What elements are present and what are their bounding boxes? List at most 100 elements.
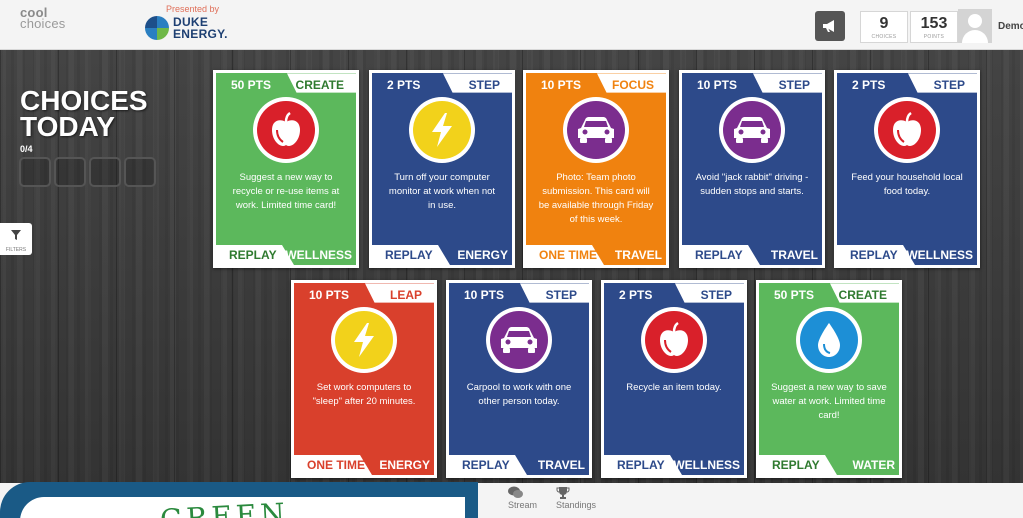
top-bar: cool choices Presented by DUKE ENERGY. 9…	[0, 0, 1023, 50]
choice-slot[interactable]	[89, 157, 121, 187]
title-line2: TODAY	[20, 111, 115, 142]
apple-icon	[660, 322, 688, 356]
choice-slot[interactable]	[124, 157, 156, 187]
username[interactable]: Demo	[998, 21, 1023, 32]
card-icon	[253, 97, 319, 163]
presented-by-label: Presented by	[166, 4, 220, 14]
lightning-icon	[432, 113, 452, 147]
chat-bubbles-icon	[508, 486, 523, 498]
choices-today-title: CHOICES TODAY	[20, 87, 148, 142]
card-mode: REPLAY	[462, 458, 510, 472]
card-type: STEP	[933, 78, 965, 92]
card-points: 10 PTS	[309, 288, 350, 302]
choices-progress: 0/4	[20, 144, 33, 154]
card-description: Carpool to work with one other person to…	[466, 382, 572, 407]
card-icon	[719, 97, 785, 163]
card-description: Turn off your computer monitor at work w…	[388, 172, 496, 211]
card-points: 10 PTS	[697, 78, 738, 92]
announcements-button[interactable]	[815, 11, 845, 41]
card-mode: REPLAY	[695, 248, 743, 262]
card-type: CREATE	[838, 288, 887, 302]
card-mode: REPLAY	[850, 248, 898, 262]
logo-line2: choices	[20, 16, 66, 31]
card-icon	[331, 307, 397, 373]
choice-card[interactable]: 2 PTS STEP Turn off your computer monito…	[369, 70, 515, 268]
card-points: 10 PTS	[464, 288, 505, 302]
card-description: Photo: Team photo submission. This card …	[538, 172, 654, 225]
card-mode: REPLAY	[229, 248, 277, 262]
choice-slot[interactable]	[54, 157, 86, 187]
card-type: FOCUS	[612, 78, 654, 92]
filters-label: FILTERS	[5, 247, 27, 253]
card-icon	[409, 97, 475, 163]
card-mode: REPLAY	[617, 458, 665, 472]
sponsor-name: DUKE ENERGY.	[173, 16, 228, 40]
card-points: 10 PTS	[541, 78, 582, 92]
card-description: Suggest a new way to save water at work.…	[771, 382, 887, 421]
card-icon	[796, 307, 862, 373]
apple-icon	[272, 112, 300, 146]
choice-card[interactable]: 50 PTS CREATE Suggest a new way to save …	[756, 280, 902, 478]
points-count-label: POINTS	[923, 34, 945, 40]
choice-card[interactable]: 10 PTS STEP Avoid "jack rabbit" driving …	[679, 70, 825, 268]
card-type: CREATE	[295, 78, 344, 92]
card-category: WELLNESS	[285, 248, 352, 262]
card-points: 50 PTS	[774, 288, 815, 302]
avatar[interactable]	[958, 9, 992, 43]
card-type: LEAP	[389, 288, 422, 302]
card-category: ENERGY	[379, 458, 430, 472]
tab-stream[interactable]: Stream	[508, 486, 537, 510]
card-points: 2 PTS	[387, 78, 421, 92]
choice-card[interactable]: 50 PTS CREATE Suggest a new way to recyc…	[213, 70, 359, 268]
card-type: STEP	[700, 288, 732, 302]
card-points: 2 PTS	[619, 288, 653, 302]
card-category: WATER	[852, 458, 895, 472]
card-icon	[641, 307, 707, 373]
card-description: Set work computers to "sleep" after 20 m…	[312, 382, 416, 407]
sponsor-line2: ENERGY.	[173, 27, 228, 41]
card-type: STEP	[468, 78, 500, 92]
card-description: Suggest a new way to recycle or re-use i…	[232, 172, 340, 211]
points-counter[interactable]: 153 POINTS	[910, 11, 958, 43]
choice-card[interactable]: 10 PTS LEAP Set work computers to "sleep…	[291, 280, 437, 478]
card-category: TRAVEL	[614, 248, 662, 262]
points-count: 153	[920, 15, 948, 32]
card-description: Avoid "jack rabbit" driving - sudden sto…	[695, 172, 809, 197]
card-category: TRAVEL	[770, 248, 818, 262]
choices-counter[interactable]: 9 CHOICES	[860, 11, 908, 43]
card-mode: ONE TIME	[307, 458, 366, 472]
apple-icon	[893, 112, 921, 146]
duke-energy-mark-icon	[145, 16, 169, 40]
choice-card[interactable]: 10 PTS STEP Carpool to work with one oth…	[446, 280, 592, 478]
card-icon	[874, 97, 940, 163]
filters-button[interactable]: FILTERS	[0, 223, 32, 255]
filter-icon	[11, 230, 21, 240]
duke-energy-logo: DUKE ENERGY.	[145, 16, 228, 40]
card-description: Feed your household local food today.	[851, 172, 963, 197]
choice-slot[interactable]	[19, 157, 51, 187]
card-category: WELLNESS	[906, 248, 973, 262]
card-category: ENERGY	[457, 248, 508, 262]
megaphone-icon	[823, 20, 834, 32]
tab-standings-label: Standings	[556, 500, 597, 510]
lightning-icon	[354, 323, 374, 357]
car-icon	[578, 117, 614, 143]
choice-card[interactable]: 2 PTS STEP Recycle an item today. REPLAY…	[601, 280, 747, 478]
car-icon	[734, 117, 770, 143]
card-category: TRAVEL	[537, 458, 585, 472]
cool-choices-logo[interactable]: cool choices	[20, 6, 80, 31]
choices-count: 9	[879, 15, 889, 32]
tab-standings[interactable]: Standings	[556, 486, 596, 510]
choice-slots	[19, 157, 156, 187]
trophy-icon	[556, 487, 570, 499]
choice-card[interactable]: 10 PTS FOCUS Photo: Team photo submissio…	[523, 70, 669, 268]
card-type: STEP	[545, 288, 577, 302]
card-mode: REPLAY	[385, 248, 433, 262]
choices-count-label: CHOICES	[871, 34, 897, 40]
tab-stream-label: Stream	[508, 500, 538, 510]
card-type: STEP	[778, 78, 810, 92]
card-points: 50 PTS	[231, 78, 272, 92]
choice-card[interactable]: 2 PTS STEP Feed your household local foo…	[834, 70, 980, 268]
card-icon	[563, 97, 629, 163]
card-category: WELLNESS	[673, 458, 740, 472]
